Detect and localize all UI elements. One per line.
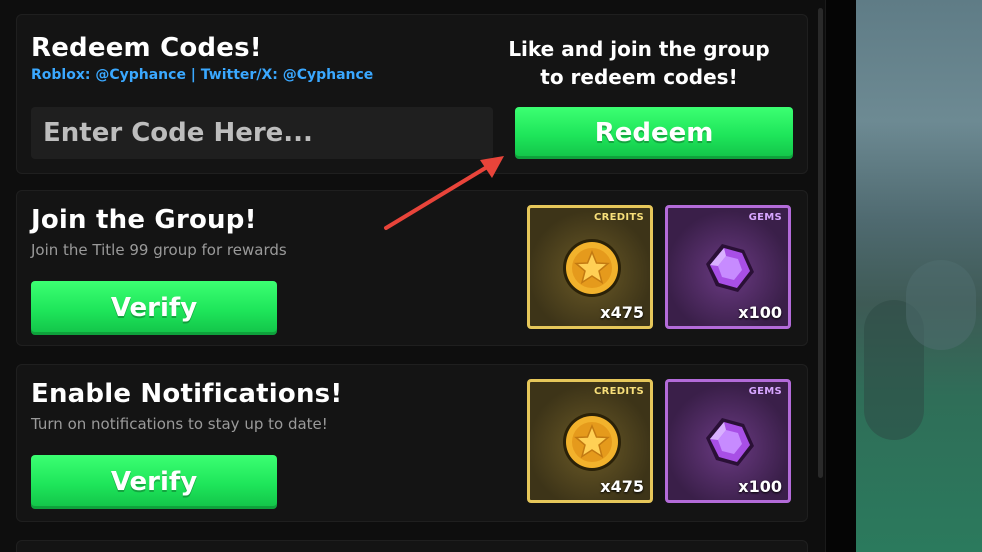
code-input[interactable] xyxy=(31,107,493,159)
next-card-partial xyxy=(16,540,808,552)
redeem-title: Redeem Codes! xyxy=(31,33,262,63)
gem-icon xyxy=(706,418,754,466)
notifications-title: Enable Notifications! xyxy=(31,379,343,409)
group-title: Join the Group! xyxy=(31,205,257,235)
gems-tag: GEMS xyxy=(748,386,782,397)
credits-amount: x475 xyxy=(600,477,644,496)
group-reward-credits: CREDITS x475 xyxy=(527,205,653,329)
notifications-reward-credits: CREDITS x475 xyxy=(527,379,653,503)
scrollbar[interactable] xyxy=(818,8,823,478)
gems-tag: GEMS xyxy=(748,212,782,223)
redeem-hint-line1: Like and join the group xyxy=(508,37,770,61)
rewards-panel: Redeem Codes! Roblox: @Cyphance | Twitte… xyxy=(0,0,826,552)
notifications-subtitle: Turn on notifications to stay up to date… xyxy=(31,415,328,433)
credits-tag: CREDITS xyxy=(593,386,644,397)
redeem-hint: Like and join the group to redeem codes! xyxy=(489,35,789,91)
gems-amount: x100 xyxy=(738,477,782,496)
join-group-card: Join the Group! Join the Title 99 group … xyxy=(16,190,808,346)
gems-amount: x100 xyxy=(738,303,782,322)
group-subtitle: Join the Title 99 group for rewards xyxy=(31,241,287,259)
coin-star-icon xyxy=(563,239,621,297)
notifications-verify-button[interactable]: Verify xyxy=(31,455,277,509)
game-world-background xyxy=(856,0,982,552)
coin-star-icon xyxy=(563,413,621,471)
notifications-reward-gems: GEMS x100 xyxy=(665,379,791,503)
redeem-hint-line2: to redeem codes! xyxy=(540,65,738,89)
gem-icon xyxy=(706,244,754,292)
redeem-button[interactable]: Redeem xyxy=(515,107,793,159)
credits-tag: CREDITS xyxy=(593,212,644,223)
group-verify-button[interactable]: Verify xyxy=(31,281,277,335)
background-figure xyxy=(906,260,976,350)
credits-amount: x475 xyxy=(600,303,644,322)
enable-notifications-card: Enable Notifications! Turn on notificati… xyxy=(16,364,808,522)
social-handles[interactable]: Roblox: @Cyphance | Twitter/X: @Cyphance xyxy=(31,67,373,83)
redeem-codes-card: Redeem Codes! Roblox: @Cyphance | Twitte… xyxy=(16,14,808,174)
panel-gap xyxy=(826,0,856,552)
group-reward-gems: GEMS x100 xyxy=(665,205,791,329)
